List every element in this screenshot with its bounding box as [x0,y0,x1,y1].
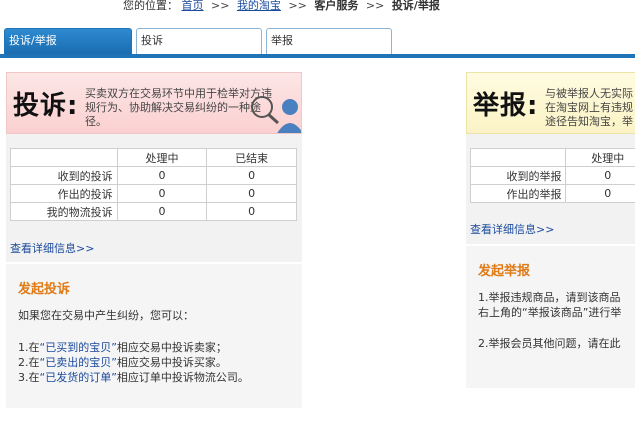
start-complaint-title: 发起投诉 [18,282,71,297]
tab-complaint-report[interactable]: 投诉/举报 [4,28,132,54]
report-detail-link[interactable]: 查看详细信息>> [470,221,554,237]
start-complaint-option: 1.在“已买到的宝贝”相应交易中投诉卖家； [18,340,227,355]
table-header-row: 处理中 已结束 [10,148,297,167]
option-prefix: 1.在 [18,341,40,354]
table-header-cell: 已结束 [206,148,297,167]
start-complaint-option: 3.在“已发货的订单”相应订单中投诉物流公司。 [18,370,249,385]
processing-count: 0 [565,184,635,203]
breadcrumb: 您的位置： 首页 >> 我的淘宝 >> 客户服务 >> 投诉/举报 [123,0,440,14]
breadcrumb-home-link[interactable]: 首页 [182,0,204,12]
breadcrumb-current: 投诉/举报 [391,0,440,12]
table-header-cell [469,148,567,167]
breadcrumb-customer-service: 客户服务 [314,0,359,12]
processing-count: 0 [116,202,208,221]
report-description: 与被举报人无实际 在淘宝网上有违规 途径告知淘宝，举 [545,87,635,129]
option-suffix: 相应交易中投诉卖家； [116,341,227,354]
finished-count: 0 [206,184,297,203]
finished-count: 0 [206,202,297,221]
start-report-title: 发起举报 [478,264,531,279]
table-row: 作出的投诉 0 0 [10,184,297,203]
option-suffix: 相应交易中投诉买家。 [116,356,227,369]
start-complaint-box: 发起投诉 如果您在交易中产生纠纷，您可以： 1.在“已买到的宝贝”相应交易中投诉… [6,262,302,408]
complaint-detail-link[interactable]: 查看详细信息>> [10,240,94,256]
shipped-orders-link[interactable]: “已发货的订单” [40,371,117,384]
table-header-cell: 处理中 [565,148,635,167]
table-header-row: 处理中 [469,148,635,167]
report-description-line: 在淘宝网上有违规 [545,101,633,114]
breadcrumb-separator: >> [365,0,385,12]
row-label: 作出的举报 [469,184,567,203]
start-report-line: 1.举报违规商品，请到该商品 [478,291,621,304]
breadcrumb-prefix: 您的位置： [123,0,178,12]
table-header-cell [10,148,118,167]
breadcrumb-my-taobao-link[interactable]: 我的淘宝 [237,0,281,12]
start-complaint-intro: 如果您在交易中产生纠纷，您可以： [18,309,194,322]
row-label: 收到的投诉 [10,166,118,185]
breadcrumb-separator: >> [211,0,230,12]
report-banner: 举报: 与被举报人无实际 在淘宝网上有违规 途径告知淘宝，举 [466,72,635,134]
start-report-box: 发起举报 1.举报违规商品，请到该商品 右上角的“举报该商品”进行举 2.举报会… [466,244,635,388]
option-suffix: 相应订单中投诉物流公司。 [116,371,249,384]
report-heading: 举报: [473,91,539,121]
row-label: 作出的投诉 [10,184,118,203]
magnifier-person-icon [251,96,301,133]
tab-complaint[interactable]: 投诉 [136,28,262,54]
start-complaint-option: 2.在“已卖出的宝贝”相应交易中投诉买家。 [18,355,227,370]
tab-bar: 投诉/举报 投诉 举报 [0,28,635,58]
complaint-banner: 投诉: 买卖双方在交易环节中用于检举对方违 规行为、协助解决交易纠纷的一种途 径… [6,72,302,134]
tab-report[interactable]: 举报 [266,28,392,54]
option-prefix: 3.在 [18,371,40,384]
breadcrumb-separator: >> [288,0,307,12]
table-row: 我的物流投诉 0 0 [10,202,297,221]
report-description-line: 途径告知淘宝，举 [545,115,633,128]
processing-count: 0 [116,166,208,185]
table-row: 作出的举报 0 [469,184,635,203]
option-prefix: 2.在 [18,356,40,369]
complaint-panel: 投诉: 买卖双方在交易环节中用于检举对方违 规行为、协助解决交易纠纷的一种途 径… [6,72,302,408]
sold-items-link[interactable]: “已卖出的宝贝” [40,356,117,369]
report-stats-table: 处理中 收到的举报 0 作出的举报 0 [469,148,635,203]
start-report-line: 右上角的“举报该商品”进行举 [478,306,622,319]
table-header-cell: 处理中 [116,148,208,167]
row-label: 收到的举报 [469,166,567,185]
complaint-stats-table: 处理中 已结束 收到的投诉 0 0 作出的投诉 0 0 我的物流投诉 0 0 [10,148,297,221]
report-panel: 举报: 与被举报人无实际 在淘宝网上有违规 途径告知淘宝，举 处理中 收到的举报… [466,72,635,388]
start-report-line: 2.举报会员其他问题，请在此 [478,337,621,350]
complaint-heading: 投诉: [13,91,79,121]
bought-items-link[interactable]: “已买到的宝贝” [40,341,117,354]
processing-count: 0 [565,166,635,185]
row-label: 我的物流投诉 [10,202,118,221]
processing-count: 0 [116,184,208,203]
finished-count: 0 [206,166,297,185]
table-row: 收到的举报 0 [469,166,635,185]
report-description-line: 与被举报人无实际 [545,87,633,100]
table-row: 收到的投诉 0 0 [10,166,297,185]
